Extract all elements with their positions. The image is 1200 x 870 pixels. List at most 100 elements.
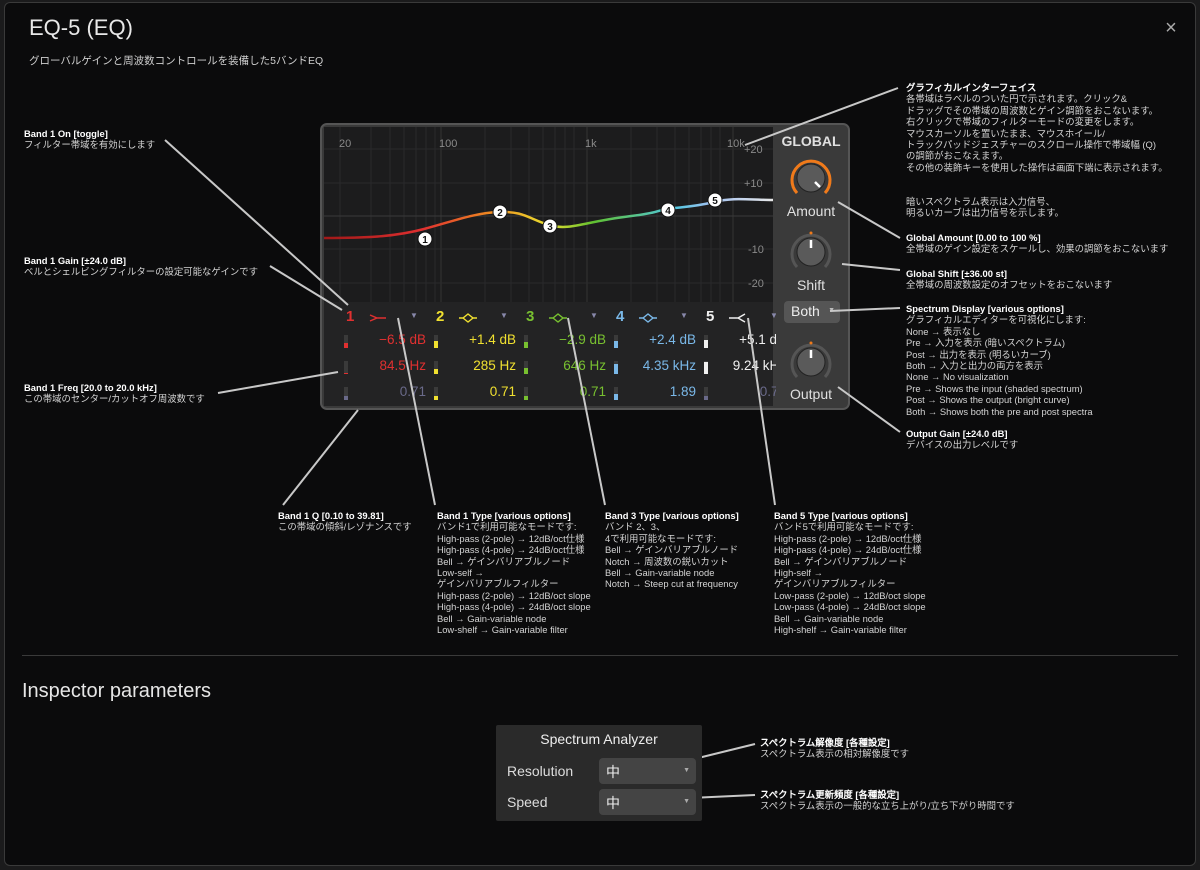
gain-meter xyxy=(344,335,348,348)
spectrum-display-dropdown[interactable]: Both ▼ xyxy=(784,301,840,323)
band-2-q[interactable]: 0.71 xyxy=(430,384,516,404)
filter-type-dropdown-icon[interactable]: ▼ xyxy=(500,311,508,320)
band-1-freq[interactable]: 84.5 Hz xyxy=(340,358,426,378)
annotation-line: グラフィカルエディターを可視化にします: xyxy=(906,314,1086,326)
annotation-line: ゲインバリアブルフィルター xyxy=(774,578,896,590)
svg-text:5: 5 xyxy=(712,196,718,207)
annotation-line: None → 表示なし xyxy=(906,325,981,337)
band-2-gain[interactable]: +1.4 dB xyxy=(430,332,516,352)
svg-text:4: 4 xyxy=(665,206,671,217)
band-3-gain[interactable]: −2.9 dB xyxy=(520,332,606,352)
annotation-line: Pre → 入力を表示 (暗いスペクトラム) xyxy=(906,337,1065,349)
annotation-line: Low-pass (4-pole) → 24dB/oct slope xyxy=(774,601,926,613)
annotation-line: ゲインバリアブルフィルター xyxy=(437,578,559,590)
band-3-q[interactable]: 0.71 xyxy=(520,384,606,404)
spectrum-analyzer-title: Spectrum Analyzer xyxy=(540,731,658,747)
speed-value: 中 xyxy=(606,795,620,811)
band-3-on-toggle[interactable]: 3 xyxy=(526,308,534,325)
high-pass-filter-icon[interactable] xyxy=(368,311,388,325)
annotation-line: デバイスの出力レベルです xyxy=(906,439,1019,451)
annotation-line: その他の装飾キーを使用した操作は画面下端に表示されます。 xyxy=(906,161,1168,173)
band-2-freq[interactable]: 285 Hz xyxy=(430,358,516,378)
global-title: GLOBAL xyxy=(781,133,841,149)
annotation-band3-type: Band 3 Type [various options] バンド 2、3、 4で利… xyxy=(605,510,739,590)
speed-dropdown[interactable]: 中 ▼ xyxy=(599,789,696,815)
annotation-line: Pre → Shows the input (shaded spectrum) xyxy=(906,382,1083,394)
db-label: -20 xyxy=(748,278,764,290)
resolution-label: Resolution xyxy=(507,763,574,779)
band-3-freq[interactable]: 646 Hz xyxy=(520,358,606,378)
band-4-gain[interactable]: +2.4 dB xyxy=(610,332,696,352)
annotation-line: スペクトラム表示の相対解像度です xyxy=(760,748,910,760)
eq-graph-canvas: 1 2 3 4 5 xyxy=(324,127,773,302)
amount-knob[interactable] xyxy=(788,155,834,201)
freq-label: 1k xyxy=(585,138,597,150)
low-pass-filter-icon[interactable] xyxy=(728,311,748,325)
annotation-line: High-shelf → Gain-variable filter xyxy=(774,624,907,636)
band-4-q[interactable]: 1.89 xyxy=(610,384,696,404)
resolution-dropdown[interactable]: 中 ▼ xyxy=(599,758,696,784)
annotation-global-amount: Global Amount [0.00 to 100 %] 全帯域のゲイン設定をス… xyxy=(906,232,1168,255)
annotation-line: Low-shelf → Gain-variable filter xyxy=(437,624,568,636)
annotation-line: Bell → Gain-variable node xyxy=(774,612,884,624)
q-meter xyxy=(704,387,708,400)
annotation-line: High-pass (4-pole) → 24dB/oct仕様 xyxy=(437,544,585,556)
band-node-4[interactable]: 4 xyxy=(660,202,676,218)
annotation-line: バンド5で利用可能なモードです: xyxy=(774,521,914,533)
annotation-line: この帯域のセンター/カットオフ周波数です xyxy=(24,393,205,405)
band-1-on-toggle[interactable]: 1 xyxy=(346,308,354,325)
band-5-freq[interactable]: 9.24 kHz xyxy=(700,358,786,378)
amount-label: Amount xyxy=(786,203,836,219)
band-5-q[interactable]: 0.71 xyxy=(700,384,786,404)
annotation-title: グラフィカルインターフェイス xyxy=(906,82,1037,93)
dropdown-arrow-icon: ▼ xyxy=(683,798,690,805)
close-icon[interactable]: × xyxy=(1161,17,1181,41)
annotation-line: Bell → Gain-variable node xyxy=(605,567,715,579)
speed-label: Speed xyxy=(507,794,548,810)
band-node-3[interactable]: 3 xyxy=(542,218,558,234)
gain-meter xyxy=(704,335,708,348)
band-2-on-toggle[interactable]: 2 xyxy=(436,308,444,325)
dropdown-arrow-icon: ▼ xyxy=(683,767,690,774)
band-1-q[interactable]: 0.71 xyxy=(340,384,426,404)
annotation-line: Post → 出力を表示 (明るいカーブ) xyxy=(906,348,1051,360)
band-4-on-toggle[interactable]: 4 xyxy=(616,308,624,325)
filter-type-dropdown-icon[interactable]: ▼ xyxy=(680,311,688,320)
section-divider xyxy=(22,655,1178,656)
band-5-gain[interactable]: +5.1 dB xyxy=(700,332,786,352)
annotation-line: High-pass (2-pole) → 12dB/oct仕様 xyxy=(774,532,922,544)
band-2-column: 2 ▼ +1.4 dB 285 Hz 0.71 xyxy=(430,302,520,406)
svg-text:2: 2 xyxy=(497,208,503,219)
filter-type-dropdown-icon[interactable]: ▼ xyxy=(410,311,418,320)
band-5-on-toggle[interactable]: 5 xyxy=(706,308,714,325)
global-section: GLOBAL Amount Shift Both ▼ Output xyxy=(776,127,846,406)
q-meter xyxy=(614,387,618,400)
output-knob[interactable] xyxy=(788,339,834,385)
filter-type-dropdown-icon[interactable]: ▼ xyxy=(590,311,598,320)
annotation-line: トラックパッドジェスチャーのスクロール操作で帯域幅 (Q) xyxy=(906,139,1156,151)
freq-label: 100 xyxy=(439,138,458,150)
annotation-line: Low-pass (2-pole) → 12dB/oct slope xyxy=(774,589,926,601)
annotation-line: ベルとシェルビングフィルターの設定可能なゲインです xyxy=(24,266,259,278)
annotation-line: 全帯域の周波数設定のオフセットをおこないます xyxy=(906,279,1113,291)
band-node-5[interactable]: 5 xyxy=(707,192,723,208)
shift-knob[interactable] xyxy=(788,229,834,275)
band-1-gain[interactable]: −6.5 dB xyxy=(340,332,426,352)
shift-label: Shift xyxy=(796,277,825,293)
annotation-line: 4で利用可能なモードです: xyxy=(605,532,716,544)
band-node-2[interactable]: 2 xyxy=(492,204,508,220)
bell-filter-icon[interactable] xyxy=(458,311,478,325)
graph-gridlines xyxy=(324,127,773,302)
spectrum-display-value: Both xyxy=(791,303,820,319)
annotation-title: Band 1 Type [various options] xyxy=(437,510,571,521)
freq-meter xyxy=(344,361,348,374)
band-node-1[interactable]: 1 xyxy=(417,231,433,247)
bell-filter-icon[interactable] xyxy=(638,311,658,325)
band-4-freq[interactable]: 4.35 kHz xyxy=(610,358,696,378)
bell-filter-icon[interactable] xyxy=(548,311,568,325)
dropdown-arrow-icon: ▼ xyxy=(828,307,835,314)
annotation-line: スペクトラム表示の一般的な立ち上がり/立ち下がり時間です xyxy=(760,800,1015,812)
eq-graph[interactable]: 1 2 3 4 5 20 100 1k 10k +20 +10 -10 -20 xyxy=(324,127,773,302)
annotation-line: 右クリックで帯域のフィルターモードの変更をします。 xyxy=(906,116,1140,128)
gain-meter xyxy=(434,335,438,348)
